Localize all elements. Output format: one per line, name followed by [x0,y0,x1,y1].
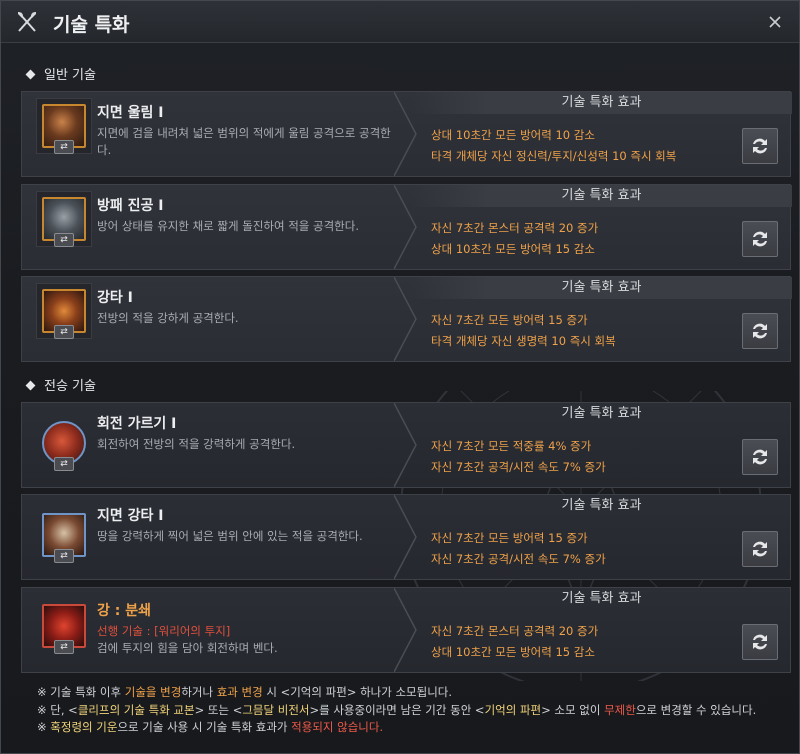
swap-arrows-icon [753,541,767,557]
effect-line: 자신 7초간 공격/시전 속도 7% 증가 [431,552,606,566]
note-line: ※ 기술 특화 이후 기술을 변경하거나 효과 변경 시 <기억의 파편> 하나… [37,685,453,699]
effect-header: 기술 특화 효과 [561,406,642,421]
effect-header: 기술 특화 효과 [561,591,642,606]
swap-arrows-icon [753,323,767,339]
effect-header: 기술 특화 효과 [411,277,792,299]
swap-arrows-icon [753,138,767,154]
skill-card: 기술 특화 효과 ⇄ 지면 강타 I 땅을 강력하게 찍어 넓은 범위 안에 있… [21,494,791,580]
chevron-divider [394,403,417,487]
effect-header: 기술 특화 효과 [411,185,792,207]
effect-line: 자신 7초간 모든 적중률 4% 증가 [431,439,592,453]
swap-arrows-icon [753,449,767,465]
skill-prerequisite: 선행 기술 : [워리어의 투지] [97,623,397,640]
section-inherited-skills: 전승 기술 [25,375,96,394]
skill-specialization-window: 기술 특화 일반 기술 기술 특화 효과 ⇄ 지면 울림 I 지면에 검을 내려… [0,0,800,754]
effect-line: 타격 개체당 자신 정신력/투지/신성력 10 즉시 회복 [431,149,677,163]
swap-badge-icon: ⇄ [54,140,74,154]
skill-card: 기술 특화 효과 ⇄ 회전 가르기 I 회전하여 전방의 적을 강력하게 공격한… [21,402,791,488]
skill-card: 기술 특화 효과 ⇄ 지면 울림 I 지면에 검을 내려쳐 넓은 범위의 적에게… [21,91,792,177]
diamond-bullet-icon [25,69,36,80]
chevron-divider [394,277,417,361]
effect-line: 상대 10초간 모든 방어력 10 감소 [431,128,595,142]
skill-description: 지면에 검을 내려쳐 넓은 범위의 적에게 울림 공격으로 공격한다. [97,126,391,157]
skill-name: 지면 강타 I [97,508,164,524]
change-effect-button[interactable] [742,439,778,475]
swap-badge-icon: ⇄ [54,457,74,471]
skill-description: 전방의 적을 강하게 공격한다. [97,311,239,325]
chevron-divider [394,495,417,579]
effect-header: 기술 특화 효과 [561,498,642,513]
change-effect-button[interactable] [742,531,778,567]
chevron-divider [394,185,417,269]
title-bar: 기술 특화 [1,1,799,43]
skill-description: 땅을 강력하게 찍어 넓은 범위 안에 있는 적을 공격한다. [97,529,363,543]
skill-name: 지면 울림 I [97,105,164,121]
effect-line: 상대 10초간 모든 방어력 15 감소 [431,242,595,256]
skill-name: 강 : 분쇄 [97,603,151,619]
skill-description: 방어 상태를 유지한 채로 짧게 돌진하여 적을 공격한다. [97,219,360,233]
swap-badge-icon: ⇄ [54,325,74,339]
diamond-bullet-icon [25,380,36,391]
effect-header: 기술 특화 효과 [411,92,792,114]
effect-line: 자신 7초간 공격/시전 속도 7% 증가 [431,460,606,474]
prerequisite-label: 선행 기술 : [97,624,155,638]
skill-description: 검에 투지의 힘을 담아 회전하며 벤다. [97,641,278,655]
chevron-divider [394,92,417,176]
skill-name: 회전 가르기 I [97,416,177,432]
change-effect-button[interactable] [742,624,778,660]
swap-badge-icon: ⇄ [54,233,74,247]
skill-card: 기술 특화 효과 ⇄ 강 : 분쇄 선행 기술 : [워리어의 투지] 검에 투… [21,587,791,673]
effect-line: 타격 개체당 자신 생명력 10 즉시 회복 [431,334,616,348]
window-title: 기술 특화 [53,14,130,36]
crossed-axes-icon [18,12,36,32]
note-line: ※ 단, <클리프의 기술 특화 교본> 또는 <그믐달 비전서>를 사용중이라… [37,702,757,717]
change-effect-button[interactable] [742,128,778,164]
section-general-skills: 일반 기술 [25,64,96,83]
swap-arrows-icon [753,634,767,650]
swap-badge-icon: ⇄ [54,549,74,563]
notes: ※ 기술 특화 이후 기술을 변경하거나 효과 변경 시 <기억의 파편> 하나… [37,684,756,737]
prerequisite-value: [워리어의 투지] [154,624,231,638]
change-effect-button[interactable] [742,221,778,257]
skill-name: 방패 진공 I [97,198,164,214]
effect-line: 자신 7초간 몬스터 공격력 20 증가 [431,624,599,638]
swap-arrows-icon [753,231,767,247]
close-icon[interactable] [765,12,785,32]
effect-line: 자신 7초간 모든 방어력 15 증가 [431,313,588,327]
note-line: ※ 혹정령의 기운으로 기술 사용 시 기술 특화 효과가 적용되지 않습니다. [37,720,384,734]
chevron-divider [394,588,417,672]
effect-line: 자신 7초간 모든 방어력 15 증가 [431,531,588,545]
skill-card: 기술 특화 효과 ⇄ 강타 I 전방의 적을 강하게 공격한다. 자신 7초간 … [21,276,792,362]
skill-card: 기술 특화 효과 ⇄ 방패 진공 I 방어 상태를 유지한 채로 짧게 돌진하여… [21,184,792,270]
effect-line: 상대 10초간 모든 방어력 15 감소 [431,645,595,659]
change-effect-button[interactable] [742,313,778,349]
skill-name: 강타 I [97,290,133,306]
skill-description: 회전하여 전방의 적을 강력하게 공격한다. [97,437,296,451]
swap-badge-icon: ⇄ [54,640,74,654]
effect-line: 자신 7초간 몬스터 공격력 20 증가 [431,221,599,235]
